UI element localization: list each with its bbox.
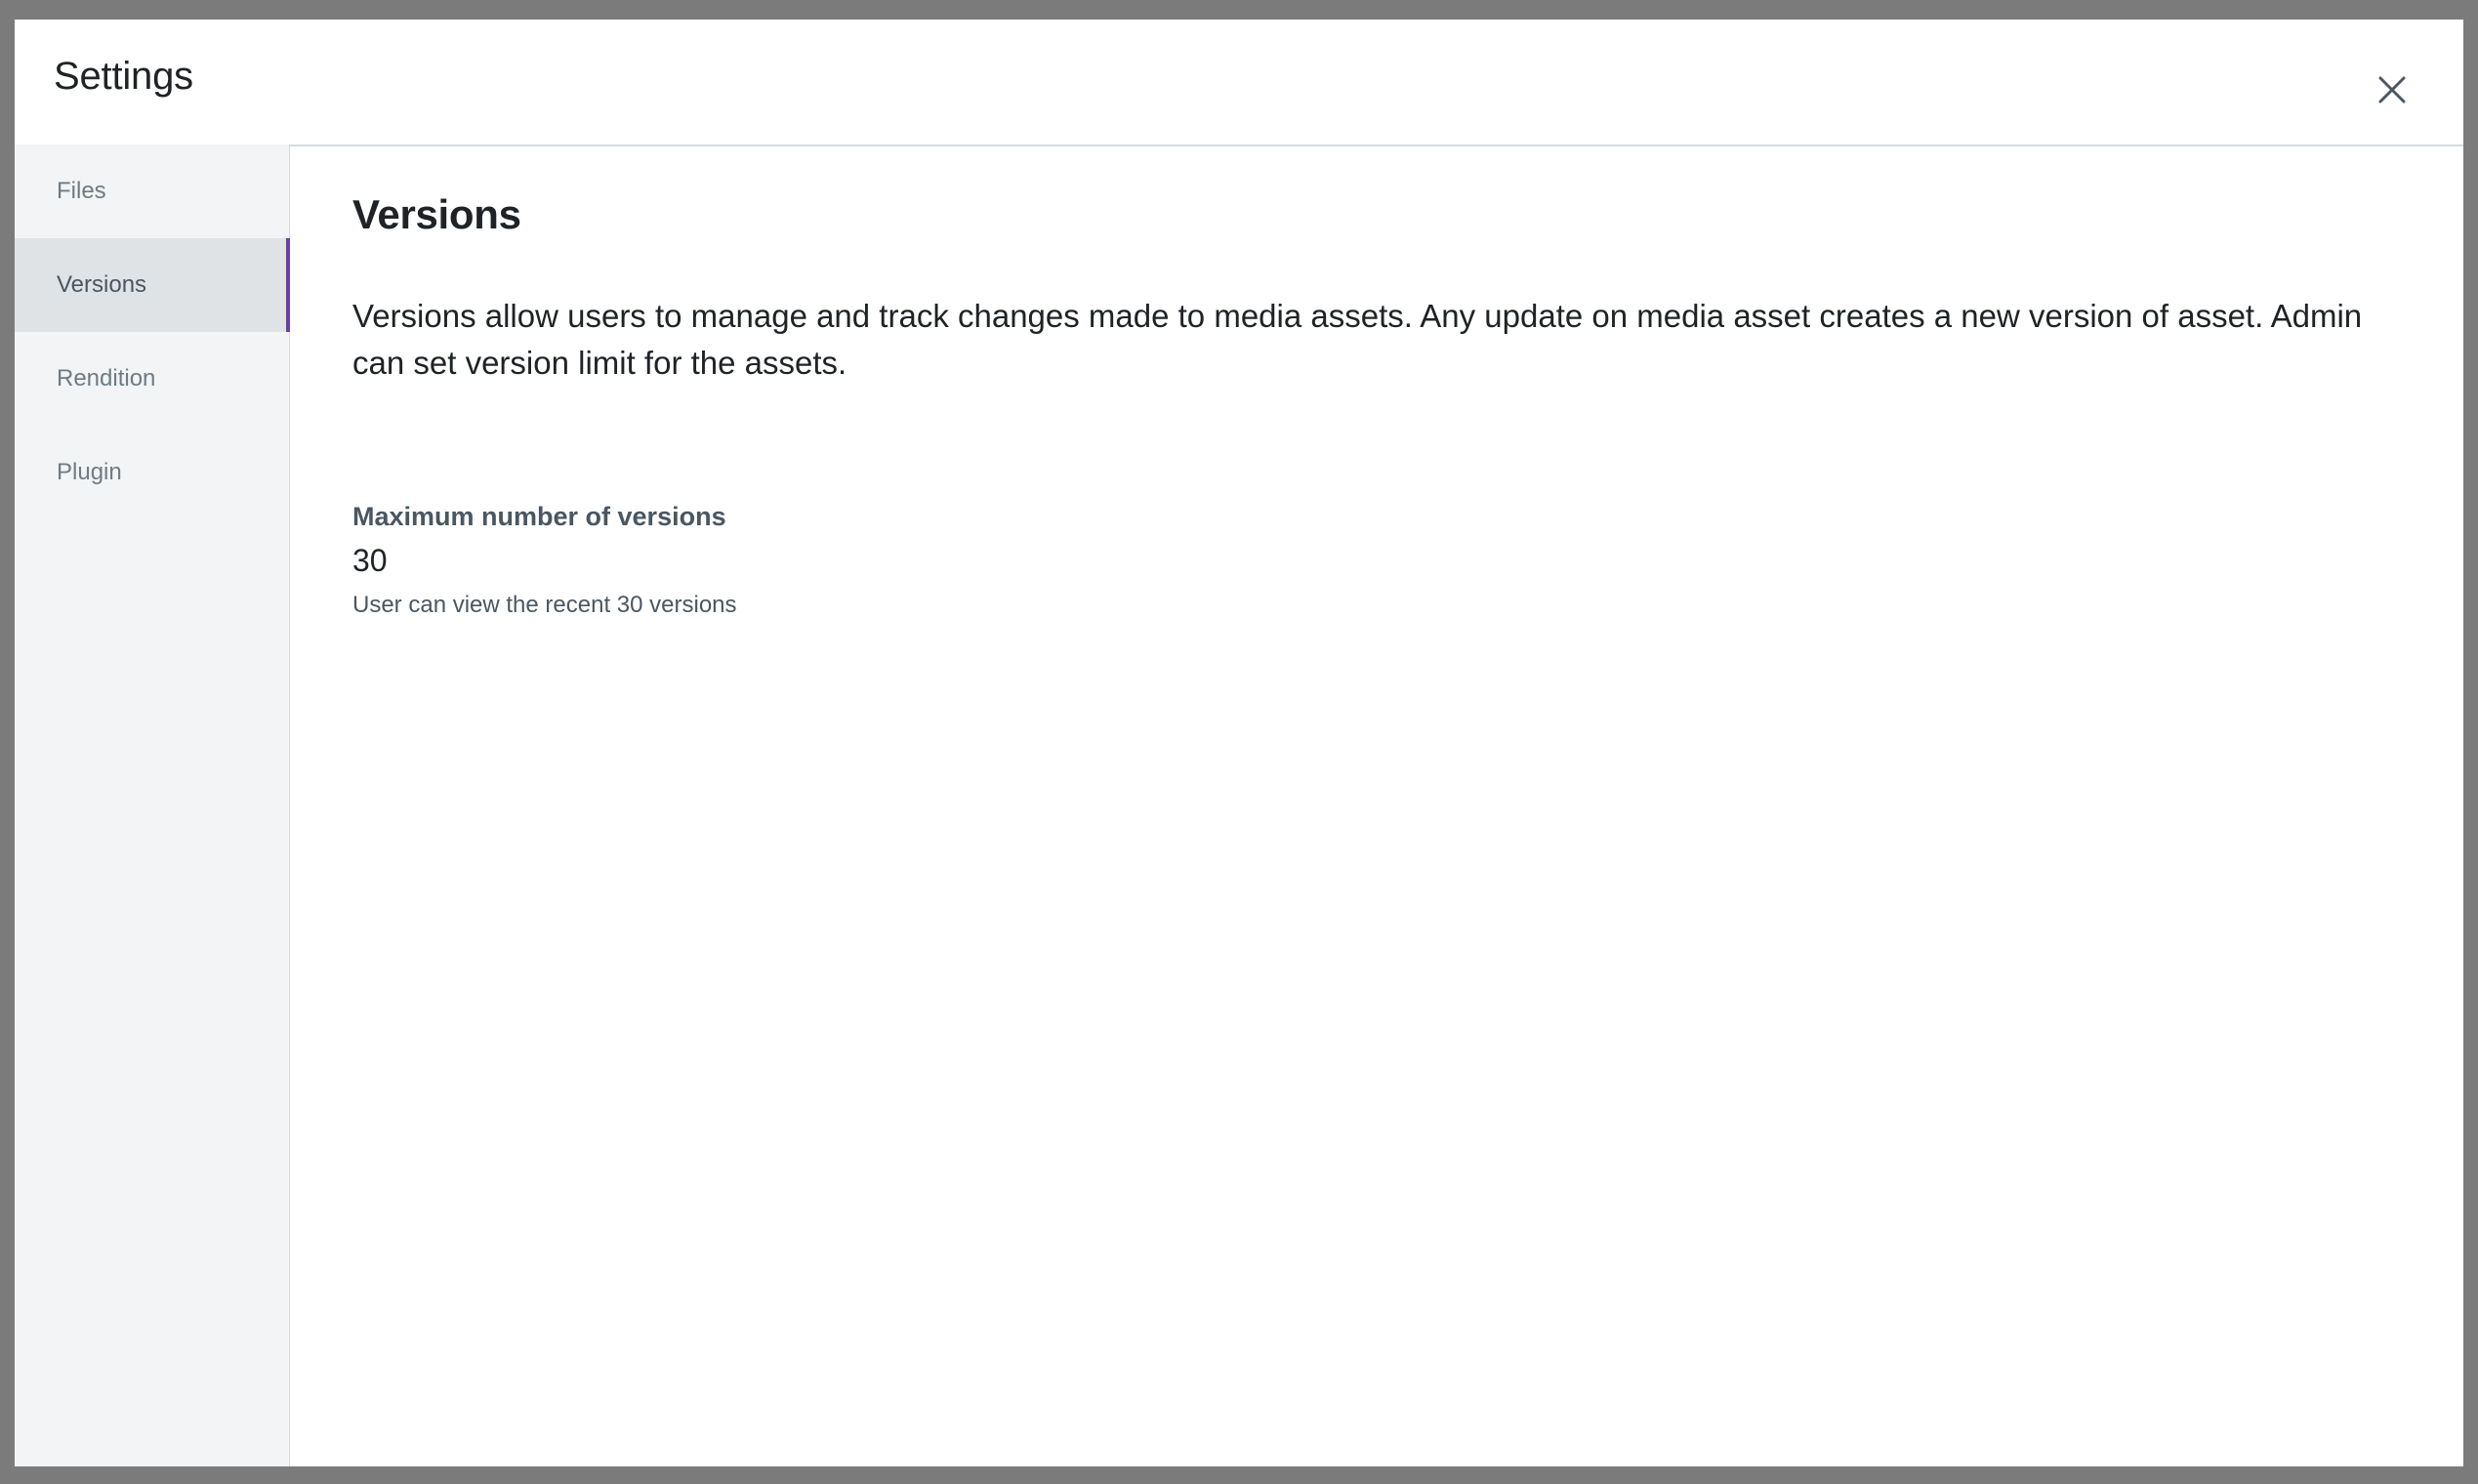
close-icon xyxy=(2378,76,2406,103)
close-button[interactable] xyxy=(2367,64,2417,115)
dialog-header: Settings xyxy=(15,20,2463,144)
max-versions-help: User can view the recent 30 versions xyxy=(352,592,737,618)
dialog-title: Settings xyxy=(54,55,193,98)
settings-sidebar: Files Versions Rendition Plugin xyxy=(15,144,290,1466)
sidebar-item-files[interactable]: Files xyxy=(15,144,289,238)
sidebar-item-rendition[interactable]: Rendition xyxy=(15,332,289,426)
section-description: Versions allow users to manage and track… xyxy=(352,298,2363,381)
settings-content: Versions Versions allow users to manage … xyxy=(290,144,2463,1466)
max-versions-value: 30 xyxy=(352,543,388,578)
sidebar-item-versions[interactable]: Versions xyxy=(15,238,290,332)
max-versions-label: Maximum number of versions xyxy=(352,502,726,531)
sidebar-item-label: Rendition xyxy=(57,365,156,392)
sidebar-item-label: Plugin xyxy=(57,459,122,485)
section-title: Versions xyxy=(352,191,521,237)
settings-dialog: Settings Files Versions Rendition Plugin… xyxy=(15,20,2463,1466)
sidebar-item-label: Files xyxy=(57,178,106,204)
sidebar-item-plugin[interactable]: Plugin xyxy=(15,426,289,519)
sidebar-item-label: Versions xyxy=(57,271,147,298)
